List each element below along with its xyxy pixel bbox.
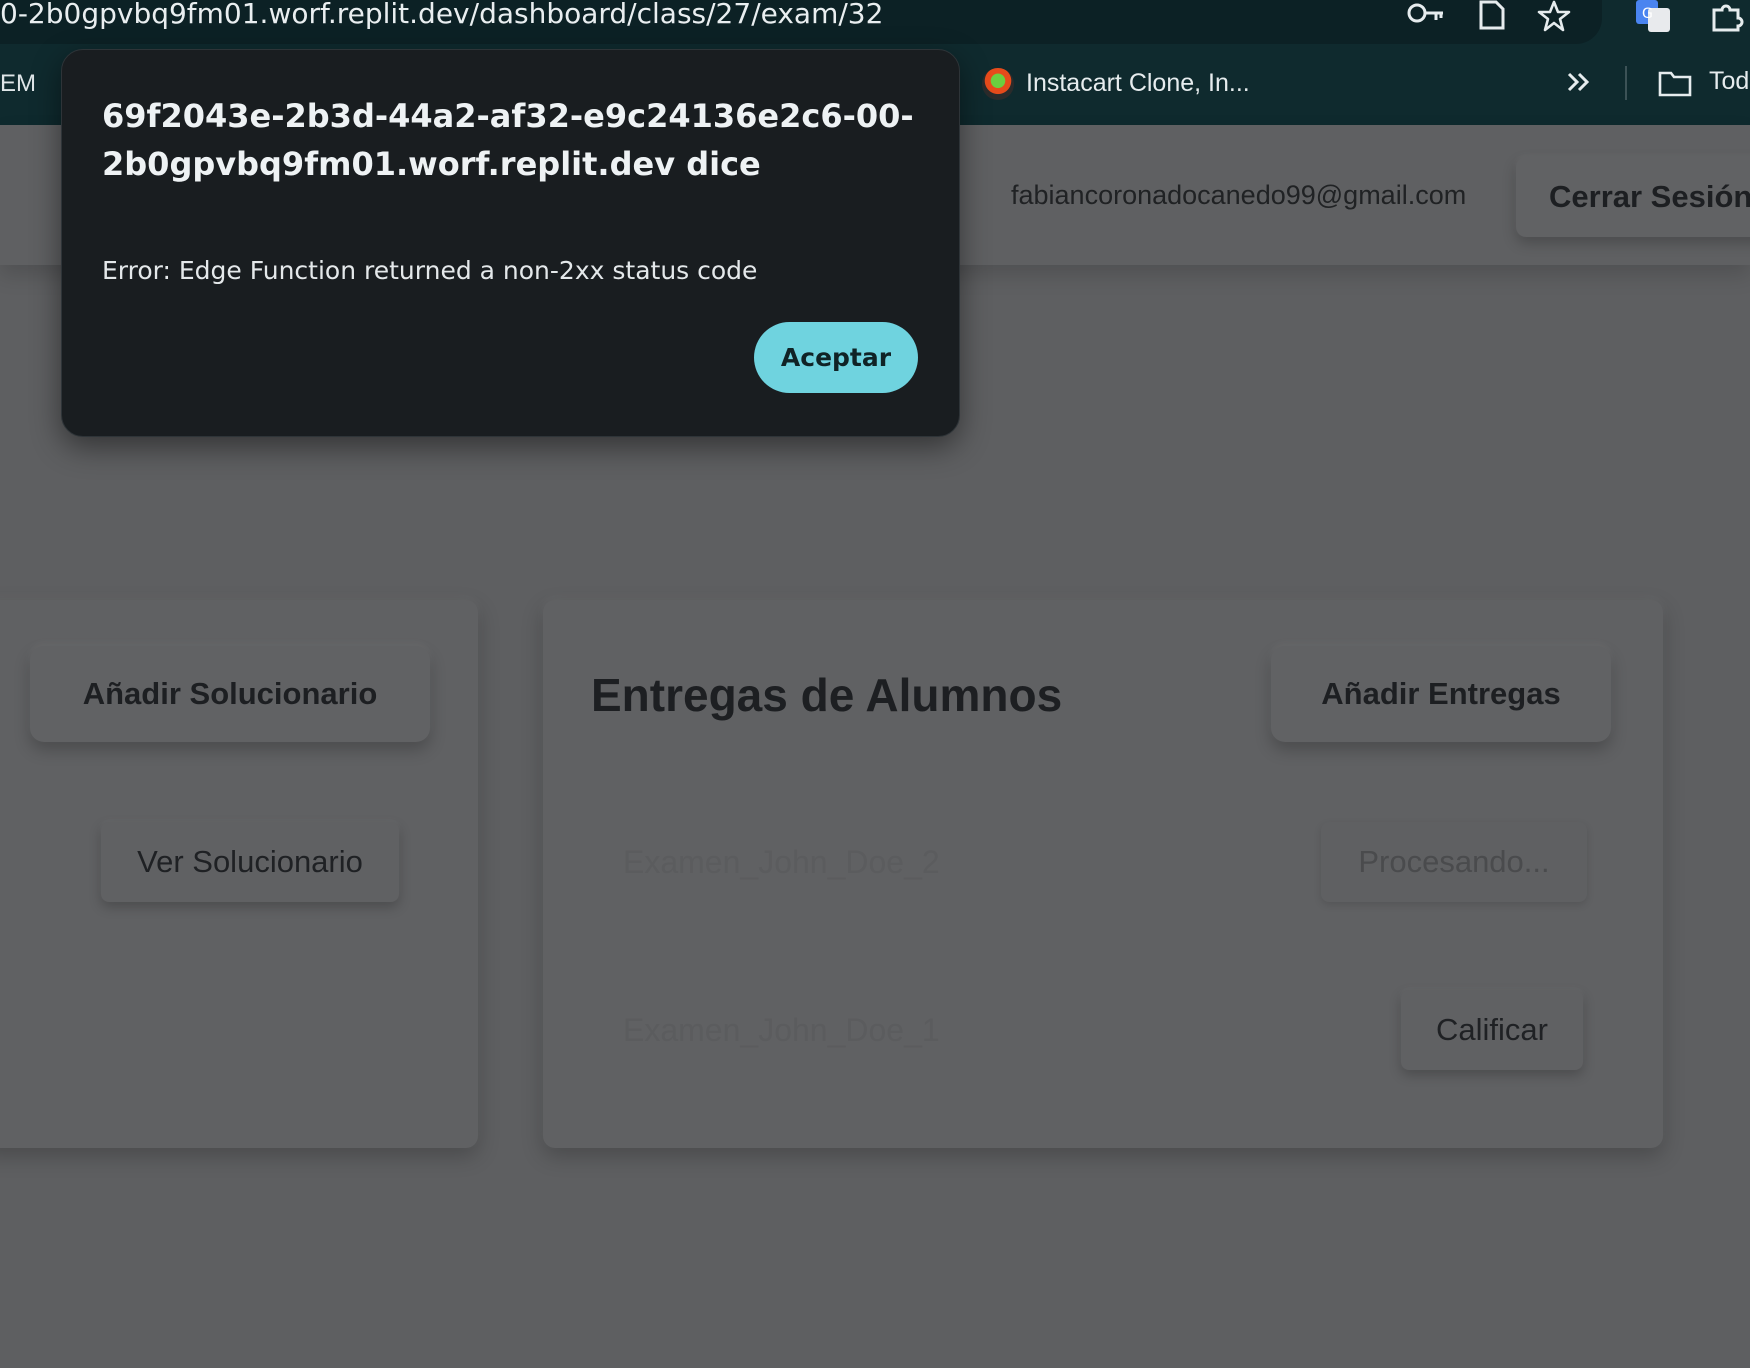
instacart-favicon-icon bbox=[982, 68, 1014, 100]
bookmark-partial[interactable]: EM bbox=[0, 70, 36, 98]
extensions-puzzle-icon[interactable] bbox=[1708, 0, 1748, 34]
submission-name: Examen_John_Doe_2 bbox=[623, 844, 940, 880]
bookmark-star-icon[interactable] bbox=[1534, 0, 1574, 34]
address-bar[interactable]: 0-2b0gpvbq9fm01.worf.replit.dev/dashboar… bbox=[0, 0, 1602, 44]
bookmarks-divider bbox=[1625, 66, 1627, 100]
url-text[interactable]: 0-2b0gpvbq9fm01.worf.replit.dev/dashboar… bbox=[0, 0, 883, 30]
folder-icon[interactable] bbox=[1658, 68, 1692, 98]
submissions-card: Entregas de Alumnos Añadir Entregas Exam… bbox=[543, 600, 1663, 1148]
logout-button[interactable]: Cerrar Sesión bbox=[1516, 157, 1750, 237]
more-bookmarks-icon[interactable] bbox=[1564, 67, 1594, 97]
submissions-title: Entregas de Alumnos bbox=[591, 669, 1063, 721]
view-solution-button[interactable]: Ver Solucionario bbox=[101, 822, 399, 902]
bookmark-folder-label[interactable]: Tod bbox=[1709, 67, 1749, 96]
google-translate-icon[interactable]: G bbox=[1634, 0, 1674, 34]
add-solution-button[interactable]: Añadir Solucionario bbox=[30, 646, 430, 742]
bookmark-label: Instacart Clone, In... bbox=[1026, 69, 1250, 97]
dialog-message: Error: Edge Function returned a non-2xx … bbox=[102, 256, 758, 285]
password-key-icon[interactable] bbox=[1406, 0, 1446, 34]
processing-status: Procesando... bbox=[1321, 822, 1587, 902]
grade-button[interactable]: Calificar bbox=[1401, 990, 1583, 1070]
alert-dialog: 69f2043e-2b3d-44a2-af32-e9c24136e2c6-00-… bbox=[61, 49, 960, 437]
accept-button[interactable]: Aceptar bbox=[754, 322, 918, 393]
dialog-origin: 69f2043e-2b3d-44a2-af32-e9c24136e2c6-00-… bbox=[102, 97, 914, 183]
submission-name: Examen_John_Doe_1 bbox=[623, 1012, 940, 1048]
svg-text:G: G bbox=[1642, 6, 1653, 22]
page-icon[interactable] bbox=[1472, 0, 1512, 34]
add-submissions-button[interactable]: Añadir Entregas bbox=[1271, 646, 1611, 742]
solutions-card: Añadir Solucionario Ver Solucionario bbox=[0, 600, 478, 1148]
user-email: fabiancoronadocanedo99@gmail.com bbox=[1011, 180, 1467, 210]
